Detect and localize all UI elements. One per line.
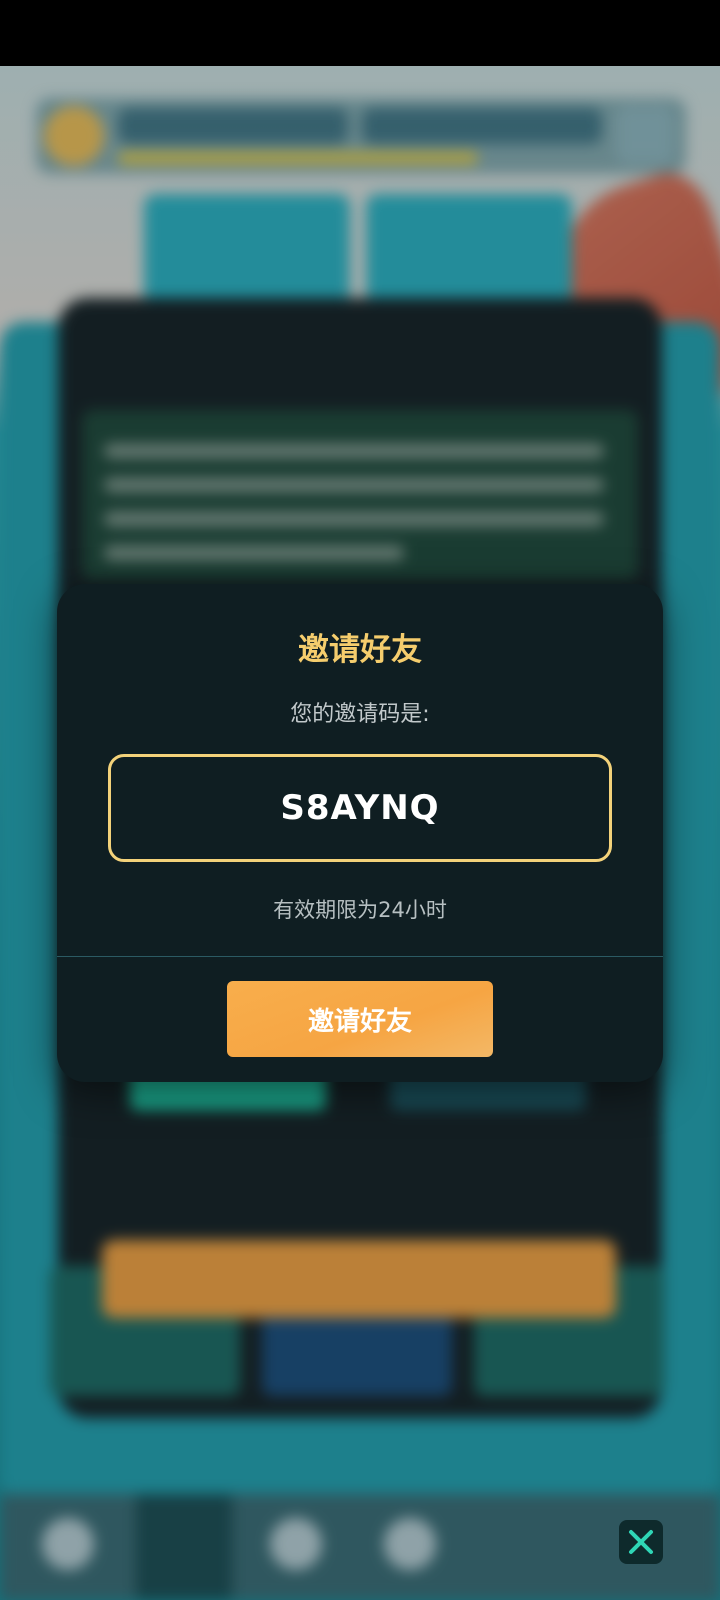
dialog-title: 邀请好友	[298, 632, 422, 668]
invite-code-box[interactable]: S8AYNQ	[108, 754, 612, 862]
close-icon	[629, 1530, 653, 1554]
invite-code-label: 您的邀请码是:	[290, 702, 430, 727]
invite-friends-dialog: 邀请好友 您的邀请码是: S8AYNQ 有效期限为24小时 邀请好友	[57, 584, 663, 1082]
invite-friends-button[interactable]: 邀请好友	[227, 981, 493, 1057]
invite-code: S8AYNQ	[280, 788, 440, 828]
divider	[57, 956, 663, 957]
status-bar	[0, 0, 720, 66]
validity-text: 有效期限为24小时	[273, 898, 447, 922]
close-button[interactable]	[619, 1520, 663, 1564]
